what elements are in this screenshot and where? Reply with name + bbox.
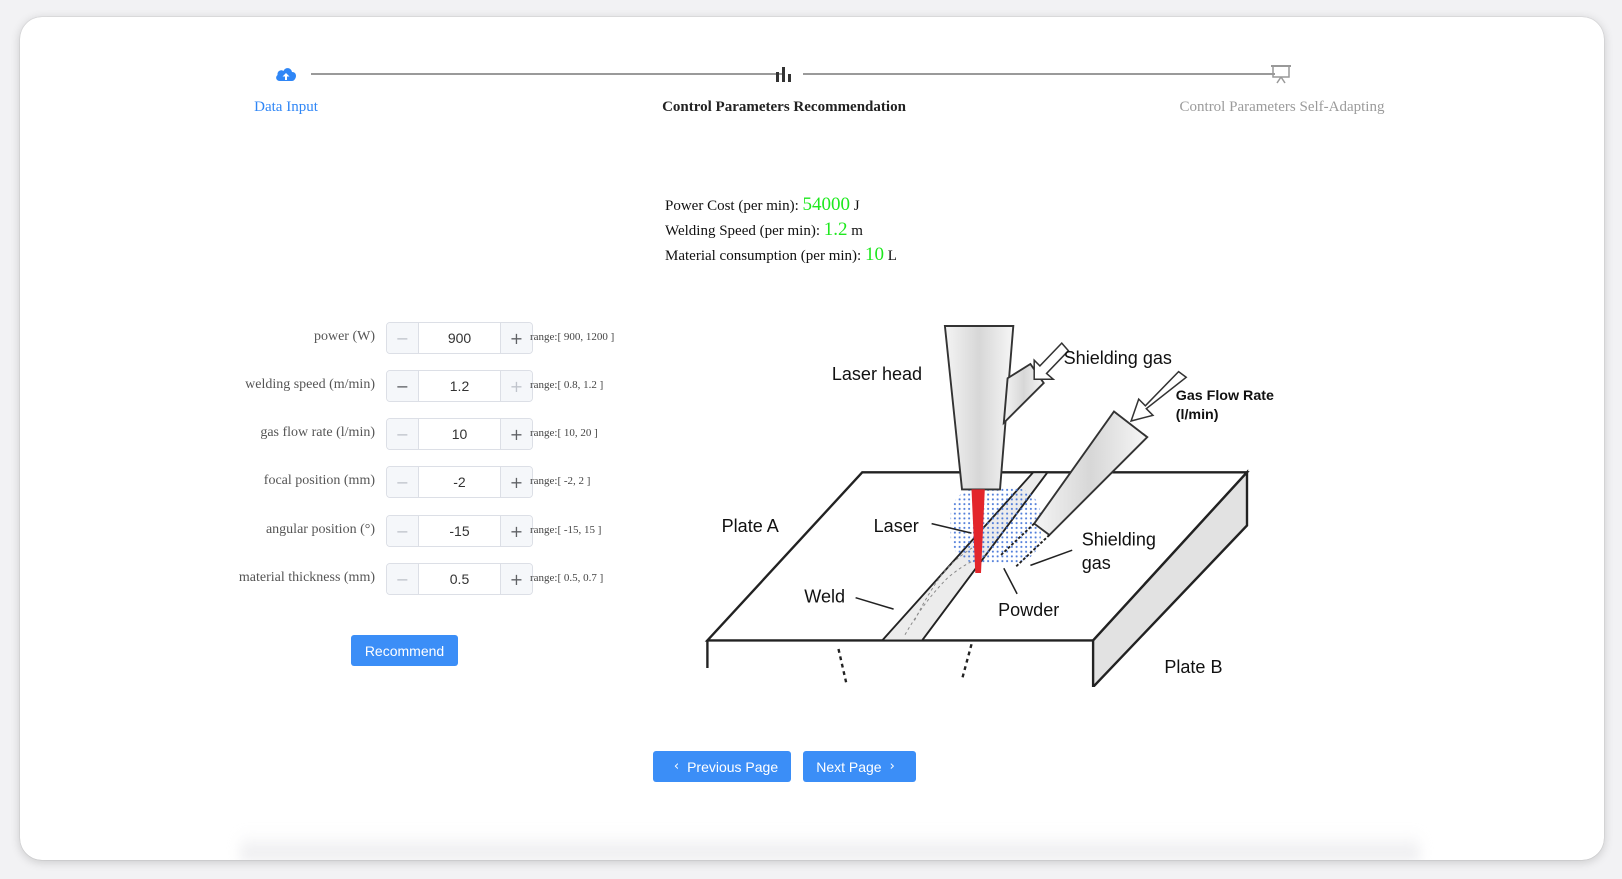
app-window: Data Input Control Parameters Recommenda… [20,17,1604,860]
step-label-self-adapting[interactable]: Control Parameters Self-Adapting [1180,99,1385,116]
material-consumption-value: 10 [864,244,884,265]
bottom-shadow [240,832,1420,860]
laser-head-nozzle [943,325,1015,491]
stepper-value[interactable]: 10 [419,419,500,449]
increase-button[interactable]: + [500,467,532,497]
power-cost-value: 54000 [802,194,850,215]
range-hint: range:[ 900, 1200 ] [530,331,615,343]
form-row-angular-position: angular position (°) − -15 + range:[ -15… [20,515,720,547]
step-connector [311,73,783,75]
form-row-power: power (W) − 900 + range:[ 900, 1200 ] [20,322,720,354]
welding-speed-value: 1.2 [823,219,848,240]
field-label: power (W) [313,329,375,344]
field-label: welding speed (m/min) [245,377,375,392]
label-shielding-gas-top: Shielding gas [1064,348,1172,368]
step-label-recommendation[interactable]: Control Parameters Recommendation [662,99,906,116]
angular-position-stepper[interactable]: − -15 + [386,515,533,547]
increase-button[interactable]: + [500,323,532,353]
stepper-value[interactable]: 900 [419,323,500,353]
decrease-button[interactable]: − [387,419,419,449]
stepper-value[interactable]: 0.5 [419,564,500,594]
label-plate-b: Plate B [1164,657,1222,677]
label-shielding-gas: Shielding [1082,529,1156,549]
presentation-board-icon[interactable] [1268,61,1294,87]
chevron-left-icon: ‹ [673,759,680,774]
recommend-button[interactable]: Recommend [351,635,458,666]
powder-cloud [950,487,1041,564]
power-stepper[interactable]: − 900 + [386,322,533,354]
increase-button[interactable]: + [500,564,532,594]
range-hint: range:[ 0.8, 1.2 ] [530,379,604,391]
progress-stepper: Data Input Control Parameters Recommenda… [20,17,1604,147]
metrics-summary: Power Cost (per min): 54000 J Welding Sp… [665,193,897,268]
cloud-upload-icon[interactable] [273,61,299,87]
decrease-button[interactable]: − [387,323,419,353]
label-gas-flow-rate-unit: (l/min) [1176,407,1219,423]
range-hint: range:[ 0.5, 0.7 ] [530,572,604,584]
field-label: material thickness (mm) [238,570,375,585]
label-gas-flow-rate: Gas Flow Rate [1176,388,1274,404]
form-row-material-thickness: material thickness (mm) − 0.5 + range:[ … [20,563,720,595]
range-hint: range:[ -15, 15 ] [530,524,602,536]
increase-button[interactable]: + [500,371,532,401]
increase-button[interactable]: + [500,516,532,546]
chevron-right-icon: › [889,759,895,774]
label-shielding-gas-2: gas [1082,553,1111,573]
gas-flow-rate-stepper[interactable]: − 10 + [386,418,533,450]
decrease-button[interactable]: − [387,371,419,401]
stepper-value[interactable]: 1.2 [419,371,500,401]
previous-page-button[interactable]: ‹ Previous Page [653,751,791,782]
range-hint: range:[ 10, 20 ] [530,427,598,439]
step-connector [803,73,1275,75]
increase-button[interactable]: + [500,419,532,449]
label-laser: Laser [874,516,919,536]
material-thickness-stepper[interactable]: − 0.5 + [386,563,533,595]
form-row-focal-position: focal position (mm) − -2 + range:[ -2, 2… [20,466,720,498]
laser-welding-diagram: Laser head Shielding gas Gas Flow Rate (… [704,325,1274,687]
label-laser-head: Laser head [832,364,922,384]
label-powder: Powder [998,600,1059,620]
stepper-value[interactable]: -15 [419,516,500,546]
bar-chart-icon[interactable] [771,61,797,87]
decrease-button[interactable]: − [387,467,419,497]
decrease-button[interactable]: − [387,564,419,594]
welding-speed-stepper[interactable]: − 1.2 + [386,370,533,402]
range-hint: range:[ -2, 2 ] [530,475,591,487]
step-label-data-input[interactable]: Data Input [254,99,318,116]
next-page-button[interactable]: Next Page › [803,751,916,782]
form-row-gas-flow-rate: gas flow rate (l/min) − 10 + range:[ 10,… [20,418,720,450]
power-cost-line: Power Cost (per min): 54000 J [665,194,860,215]
field-label: focal position (mm) [263,473,375,488]
focal-position-stepper[interactable]: − -2 + [386,466,533,498]
field-label: angular position (°) [265,522,375,537]
decrease-button[interactable]: − [387,516,419,546]
welding-speed-line: Welding Speed (per min): 1.2 m [665,219,863,240]
label-weld: Weld [804,586,845,606]
stepper-value[interactable]: -2 [419,467,500,497]
field-label: gas flow rate (l/min) [260,425,375,440]
form-row-welding-speed: welding speed (m/min) − 1.2 + range:[ 0.… [20,370,720,402]
material-consumption-line: Material consumption (per min): 10 L [665,244,897,265]
label-plate-a: Plate A [722,516,779,536]
